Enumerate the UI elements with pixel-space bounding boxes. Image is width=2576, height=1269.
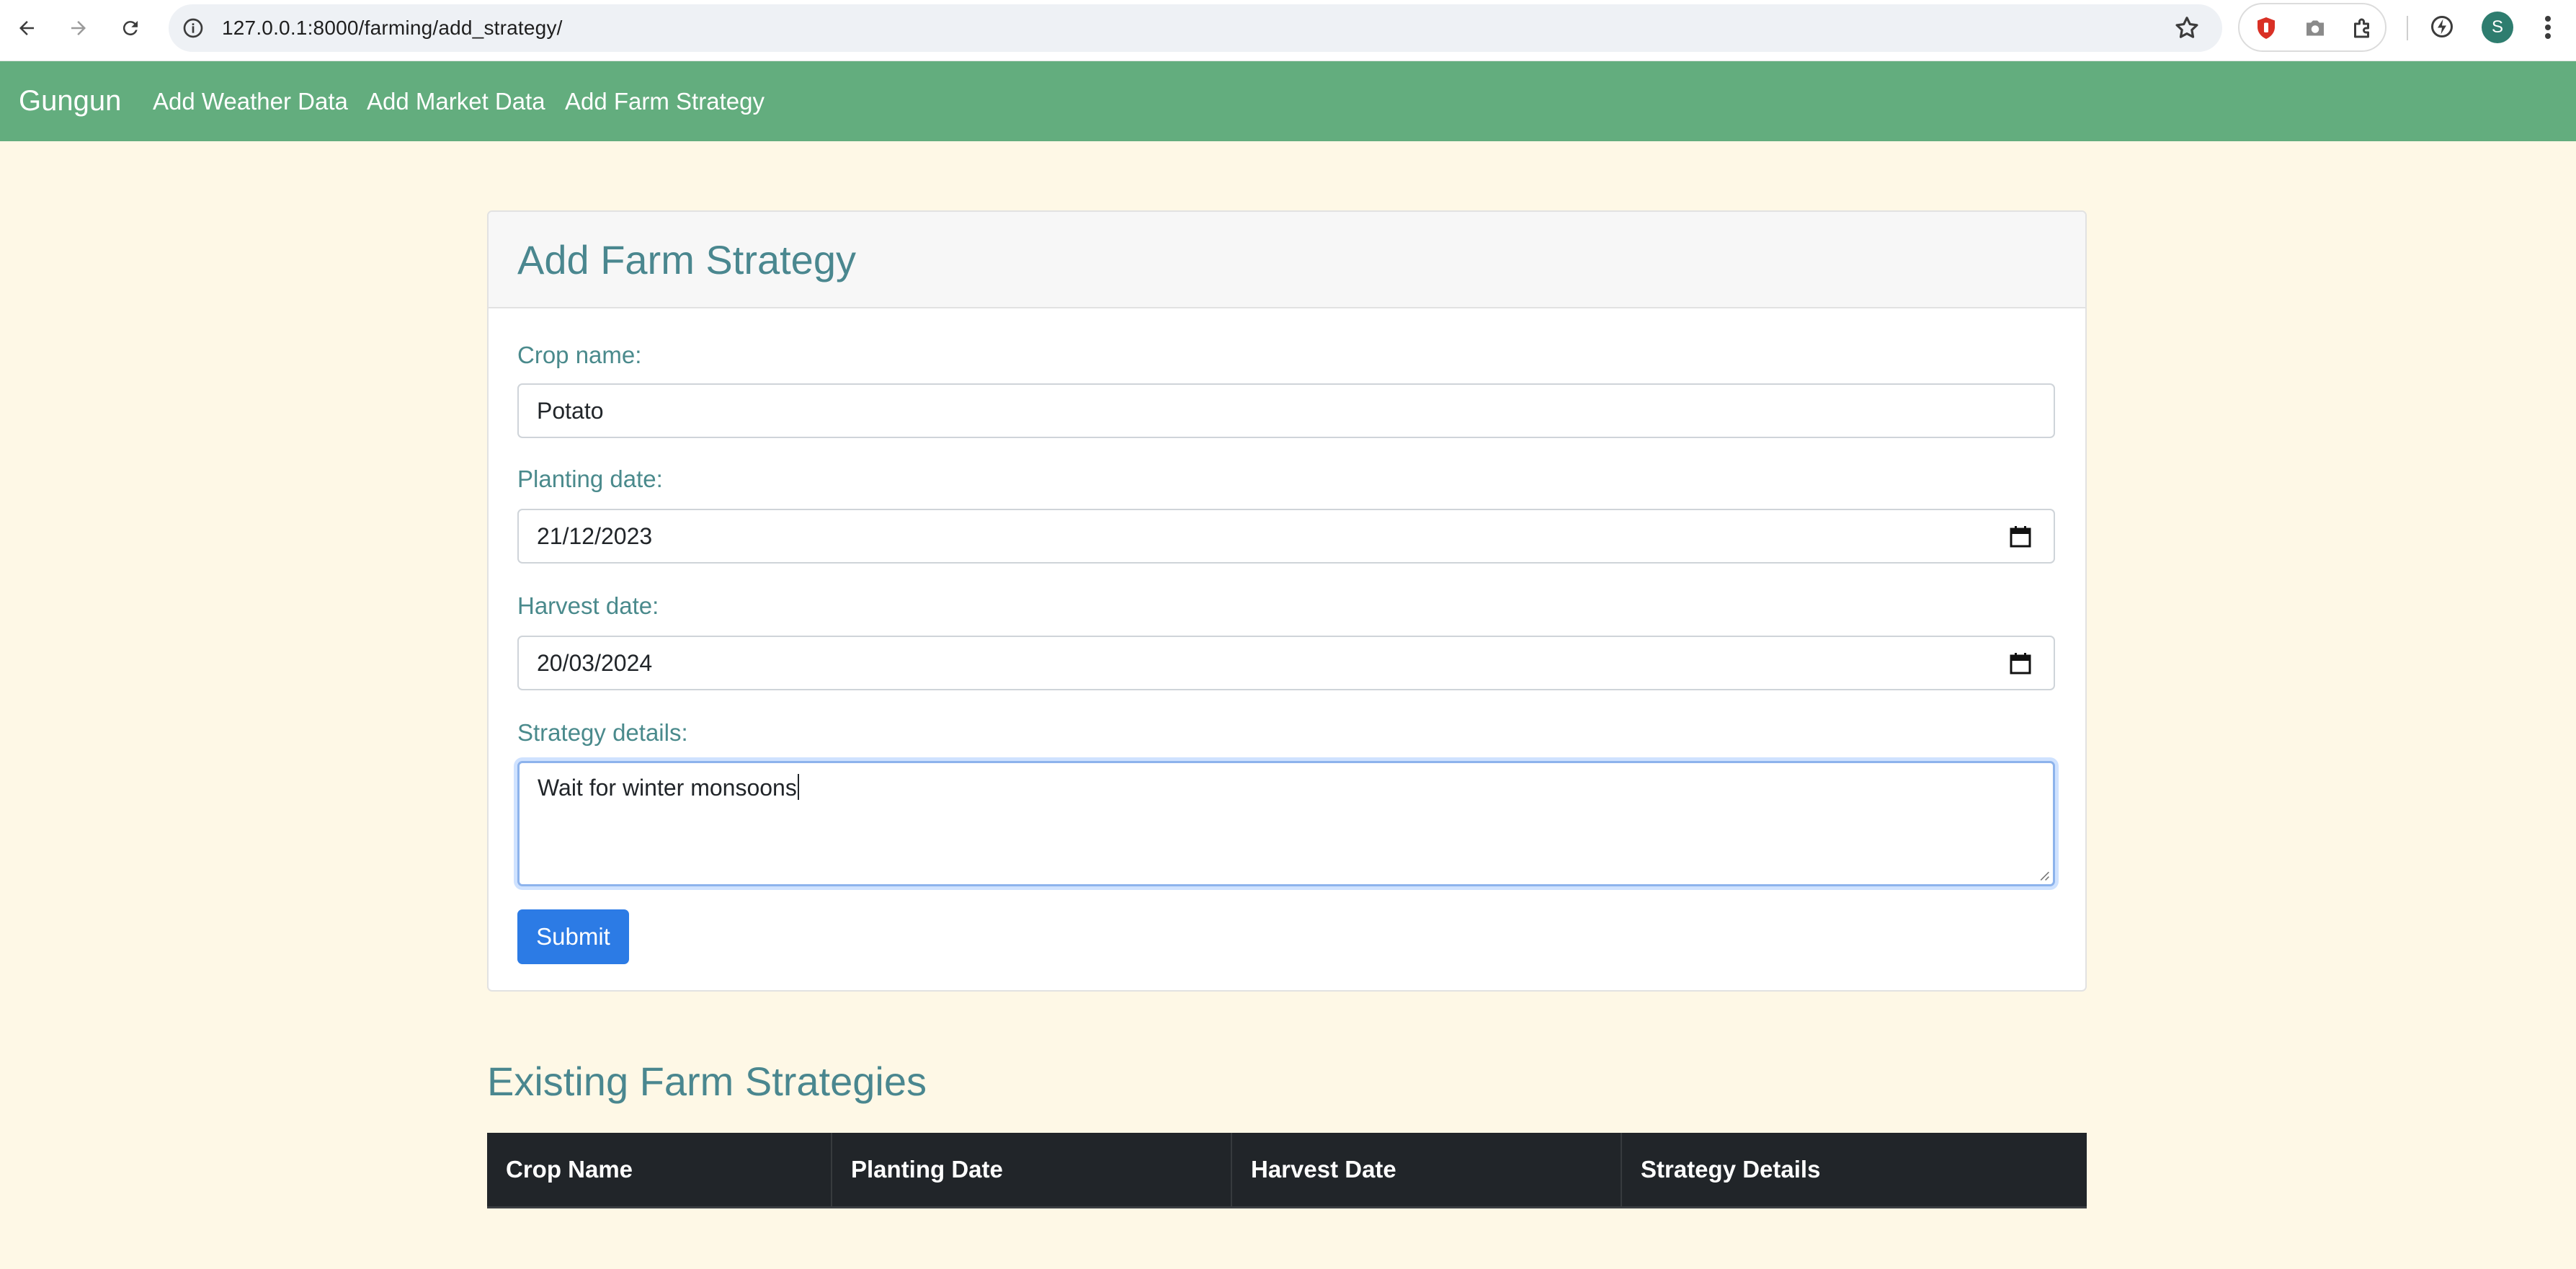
reload-icon[interactable] — [112, 10, 148, 46]
text-caret — [797, 774, 799, 800]
planting-date-label: Planting date: — [517, 466, 663, 492]
puzzle-icon[interactable] — [2349, 14, 2376, 42]
column-header-planting-date: Planting Date — [832, 1133, 1232, 1206]
resize-grip-icon[interactable] — [2038, 870, 2050, 881]
nav-link-add-farm-strategy[interactable]: Add Farm Strategy — [565, 61, 765, 141]
crop-name-label: Crop name: — [517, 342, 642, 368]
submit-button[interactable]: Submit — [517, 909, 629, 964]
harvest-date-value: 20/03/2024 — [537, 650, 653, 676]
add-strategy-card: Add Farm Strategy Crop name: Potato Plan… — [487, 210, 2087, 992]
performance-icon[interactable] — [2428, 13, 2456, 40]
calendar-icon[interactable] — [2009, 525, 2032, 548]
bookmark-star-icon[interactable] — [2173, 14, 2201, 42]
address-bar[interactable]: 127.0.0.1:8000/farming/add_strategy/ — [169, 4, 2222, 52]
app-navbar: Gungun Add Weather Data Add Market Data … — [0, 61, 2576, 141]
column-header-crop-name: Crop Name — [487, 1133, 832, 1206]
crop-name-input[interactable]: Potato — [517, 383, 2055, 438]
forward-arrow-icon[interactable] — [61, 10, 97, 46]
harvest-date-label: Harvest date: — [517, 592, 659, 619]
table-bottom-border — [487, 1206, 2087, 1208]
strategy-details-label: Strategy details: — [517, 719, 688, 746]
existing-strategies-title: Existing Farm Strategies — [487, 1059, 927, 1104]
menu-dots-icon[interactable] — [2535, 10, 2561, 45]
calendar-icon[interactable] — [2009, 652, 2032, 675]
extension-red-icon[interactable] — [2252, 14, 2280, 42]
strategies-table-header: Crop Name Planting Date Harvest Date Str… — [487, 1133, 2087, 1206]
browser-toolbar: 127.0.0.1:8000/farming/add_strategy/ S — [0, 0, 2576, 61]
back-arrow-icon[interactable] — [9, 10, 45, 46]
extensions-group — [2238, 3, 2386, 52]
nav-link-add-market-data[interactable]: Add Market Data — [367, 61, 545, 141]
nav-link-add-weather-data[interactable]: Add Weather Data — [153, 61, 348, 141]
form-title: Add Farm Strategy — [517, 237, 856, 282]
strategy-details-value: Wait for winter monsoons — [538, 773, 799, 802]
column-header-harvest-date: Harvest Date — [1232, 1133, 1622, 1206]
brand-link[interactable]: Gungun — [19, 61, 121, 141]
url-text[interactable]: 127.0.0.1:8000/farming/add_strategy/ — [222, 4, 563, 52]
harvest-date-input[interactable]: 20/03/2024 — [517, 636, 2055, 690]
strategy-details-textarea[interactable]: Wait for winter monsoons — [517, 761, 2055, 886]
toolbar-divider — [2407, 16, 2408, 40]
profile-avatar[interactable]: S — [2482, 12, 2513, 43]
camera-icon[interactable] — [2301, 14, 2329, 42]
planting-date-value: 21/12/2023 — [537, 523, 653, 549]
site-info-icon[interactable] — [182, 17, 205, 40]
crop-name-value: Potato — [537, 398, 604, 424]
planting-date-input[interactable]: 21/12/2023 — [517, 509, 2055, 564]
column-header-strategy-details: Strategy Details — [1641, 1156, 1821, 1183]
card-header: Add Farm Strategy — [489, 212, 2085, 308]
